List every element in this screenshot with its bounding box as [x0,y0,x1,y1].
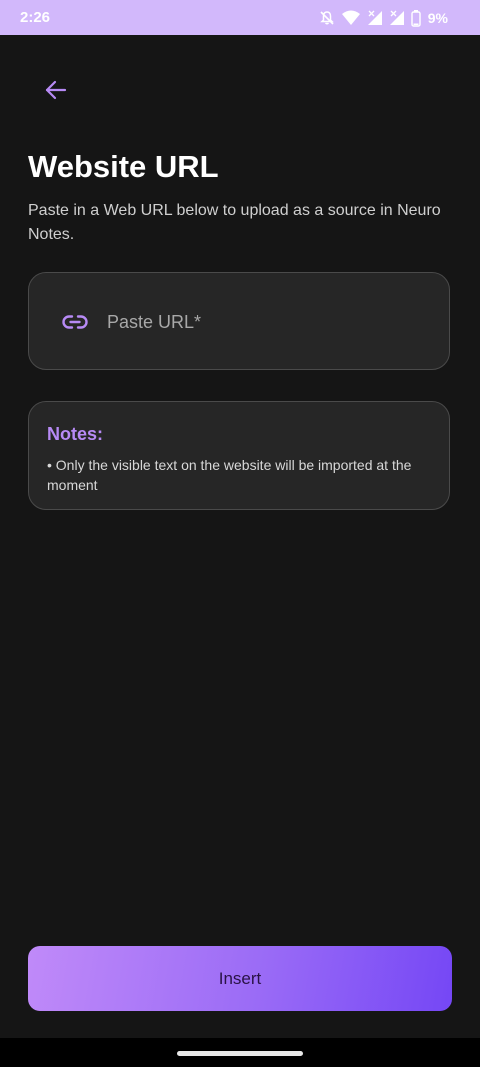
muted-bell-icon [319,10,335,26]
battery-percentage: 9% [427,10,448,26]
back-button[interactable] [40,76,72,108]
signal-icon [367,10,383,26]
page-subtitle: Paste in a Web URL below to upload as a … [28,202,441,243]
notes-card: Notes: • Only the visible text on the we… [28,401,450,510]
link-icon [62,314,88,330]
signal-icon [389,10,405,26]
navigation-bar [0,1038,480,1067]
home-indicator[interactable] [177,1051,303,1056]
wifi-icon [341,10,361,26]
notes-item: • Only the visible text on the website w… [47,457,412,493]
url-field[interactable] [28,272,450,370]
battery-icon [411,9,421,27]
insert-button[interactable]: Insert [28,946,452,1011]
arrow-left-icon [45,80,67,105]
url-input[interactable] [107,309,427,335]
notes-title: Notes: [47,424,104,444]
screen: 2:26 9% Website URL Paste in a Web URL b… [0,0,480,1067]
status-bar: 2:26 9% [0,0,480,35]
status-time: 2:26 [20,9,51,26]
status-icons: 9% [319,8,448,28]
page-title: Website URL [28,149,219,184]
